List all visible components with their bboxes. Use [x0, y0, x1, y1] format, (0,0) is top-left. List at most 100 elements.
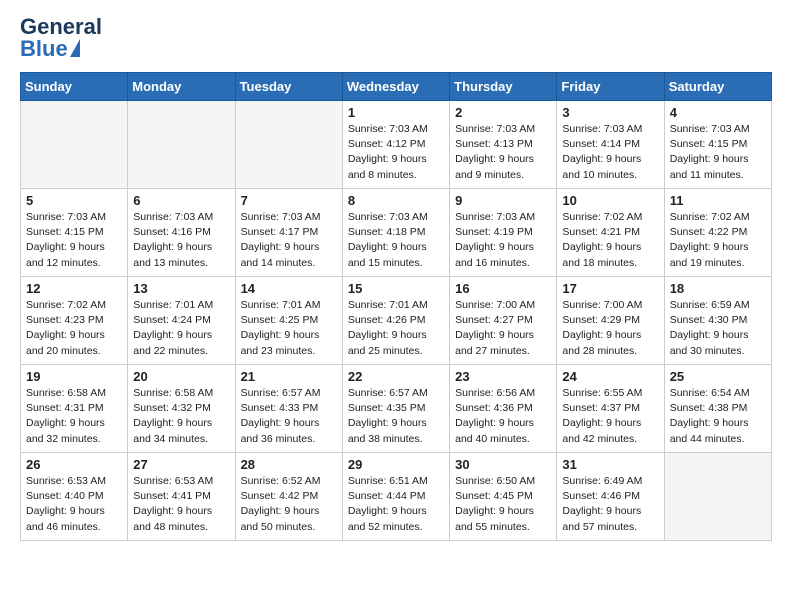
calendar-cell: 4 Sunrise: 7:03 AMSunset: 4:15 PMDaylight…: [664, 101, 771, 189]
day-number: 10: [562, 193, 658, 208]
day-number: 15: [348, 281, 444, 296]
day-info: Sunrise: 6:56 AMSunset: 4:36 PMDaylight:…: [455, 386, 551, 447]
calendar-cell: 1 Sunrise: 7:03 AMSunset: 4:12 PMDaylight…: [342, 101, 449, 189]
day-info: Sunrise: 6:53 AMSunset: 4:41 PMDaylight:…: [133, 474, 229, 535]
day-number: 5: [26, 193, 122, 208]
day-number: 13: [133, 281, 229, 296]
calendar-cell: 3 Sunrise: 7:03 AMSunset: 4:14 PMDaylight…: [557, 101, 664, 189]
day-number: 27: [133, 457, 229, 472]
day-info: Sunrise: 7:02 AMSunset: 4:21 PMDaylight:…: [562, 210, 658, 271]
calendar-cell: 31Sunrise: 6:49 AMSunset: 4:46 PMDayligh…: [557, 453, 664, 541]
day-info: Sunrise: 6:50 AMSunset: 4:45 PMDaylight:…: [455, 474, 551, 535]
calendar-cell: 8 Sunrise: 7:03 AMSunset: 4:18 PMDaylight…: [342, 189, 449, 277]
calendar-cell: 29Sunrise: 6:51 AMSunset: 4:44 PMDayligh…: [342, 453, 449, 541]
weekday-header-saturday: Saturday: [664, 73, 771, 101]
calendar-cell: 11Sunrise: 7:02 AMSunset: 4:22 PMDayligh…: [664, 189, 771, 277]
header: General Blue: [20, 16, 772, 60]
calendar-cell: 30 Sunrise: 6:50 AMSunset: 4:45 PMDayligh…: [450, 453, 557, 541]
calendar-table: SundayMondayTuesdayWednesdayThursdayFrid…: [20, 72, 772, 541]
day-number: 29: [348, 457, 444, 472]
day-info: Sunrise: 7:00 AMSunset: 4:27 PMDaylight:…: [455, 298, 551, 359]
calendar-cell: 21 Sunrise: 6:57 AMSunset: 4:33 PMDayligh…: [235, 365, 342, 453]
day-info: Sunrise: 7:03 AMSunset: 4:13 PMDaylight:…: [455, 122, 551, 183]
weekday-header-wednesday: Wednesday: [342, 73, 449, 101]
logo-blue: Blue: [20, 38, 68, 60]
day-info: Sunrise: 7:01 AMSunset: 4:26 PMDaylight:…: [348, 298, 444, 359]
day-number: 9: [455, 193, 551, 208]
calendar-cell: 14 Sunrise: 7:01 AMSunset: 4:25 PMDayligh…: [235, 277, 342, 365]
day-number: 24: [562, 369, 658, 384]
day-info: Sunrise: 6:52 AMSunset: 4:42 PMDaylight:…: [241, 474, 337, 535]
day-info: Sunrise: 6:57 AMSunset: 4:33 PMDaylight:…: [241, 386, 337, 447]
calendar-cell: 12 Sunrise: 7:02 AMSunset: 4:23 PMDayligh…: [21, 277, 128, 365]
logo-triangle-icon: [70, 39, 80, 57]
calendar-cell: [664, 453, 771, 541]
day-number: 8: [348, 193, 444, 208]
day-number: 6: [133, 193, 229, 208]
day-info: Sunrise: 7:03 AMSunset: 4:19 PMDaylight:…: [455, 210, 551, 271]
calendar-cell: 17Sunrise: 7:00 AMSunset: 4:29 PMDayligh…: [557, 277, 664, 365]
day-number: 26: [26, 457, 122, 472]
calendar-cell: 2Sunrise: 7:03 AMSunset: 4:13 PMDaylight…: [450, 101, 557, 189]
weekday-header-row: SundayMondayTuesdayWednesdayThursdayFrid…: [21, 73, 772, 101]
calendar-week-1: 1 Sunrise: 7:03 AMSunset: 4:12 PMDaylight…: [21, 101, 772, 189]
day-number: 30: [455, 457, 551, 472]
day-info: Sunrise: 6:53 AMSunset: 4:40 PMDaylight:…: [26, 474, 122, 535]
weekday-header-sunday: Sunday: [21, 73, 128, 101]
day-number: 20: [133, 369, 229, 384]
page: General Blue SundayMondayTuesdayWednesda…: [0, 0, 792, 612]
calendar-cell: 27 Sunrise: 6:53 AMSunset: 4:41 PMDayligh…: [128, 453, 235, 541]
calendar-week-2: 5 Sunrise: 7:03 AMSunset: 4:15 PMDaylight…: [21, 189, 772, 277]
logo: General Blue: [20, 16, 102, 60]
day-number: 1: [348, 105, 444, 120]
calendar-cell: 5 Sunrise: 7:03 AMSunset: 4:15 PMDaylight…: [21, 189, 128, 277]
day-info: Sunrise: 7:03 AMSunset: 4:18 PMDaylight:…: [348, 210, 444, 271]
weekday-header-tuesday: Tuesday: [235, 73, 342, 101]
calendar-cell: 9 Sunrise: 7:03 AMSunset: 4:19 PMDaylight…: [450, 189, 557, 277]
day-info: Sunrise: 7:03 AMSunset: 4:17 PMDaylight:…: [241, 210, 337, 271]
day-number: 28: [241, 457, 337, 472]
calendar-cell: 25Sunrise: 6:54 AMSunset: 4:38 PMDayligh…: [664, 365, 771, 453]
day-info: Sunrise: 7:02 AMSunset: 4:23 PMDaylight:…: [26, 298, 122, 359]
calendar-cell: [21, 101, 128, 189]
calendar-cell: 16Sunrise: 7:00 AMSunset: 4:27 PMDayligh…: [450, 277, 557, 365]
day-info: Sunrise: 6:57 AMSunset: 4:35 PMDaylight:…: [348, 386, 444, 447]
day-number: 19: [26, 369, 122, 384]
logo-text: General: [20, 16, 102, 38]
calendar-cell: 20Sunrise: 6:58 AMSunset: 4:32 PMDayligh…: [128, 365, 235, 453]
day-number: 14: [241, 281, 337, 296]
calendar-cell: 18Sunrise: 6:59 AMSunset: 4:30 PMDayligh…: [664, 277, 771, 365]
calendar-cell: 28 Sunrise: 6:52 AMSunset: 4:42 PMDayligh…: [235, 453, 342, 541]
calendar-cell: 10 Sunrise: 7:02 AMSunset: 4:21 PMDayligh…: [557, 189, 664, 277]
day-info: Sunrise: 7:03 AMSunset: 4:15 PMDaylight:…: [26, 210, 122, 271]
weekday-header-thursday: Thursday: [450, 73, 557, 101]
weekday-header-monday: Monday: [128, 73, 235, 101]
calendar-cell: 24Sunrise: 6:55 AMSunset: 4:37 PMDayligh…: [557, 365, 664, 453]
day-info: Sunrise: 7:00 AMSunset: 4:29 PMDaylight:…: [562, 298, 658, 359]
calendar-week-5: 26 Sunrise: 6:53 AMSunset: 4:40 PMDayligh…: [21, 453, 772, 541]
day-info: Sunrise: 7:01 AMSunset: 4:25 PMDaylight:…: [241, 298, 337, 359]
day-number: 7: [241, 193, 337, 208]
day-number: 12: [26, 281, 122, 296]
day-number: 21: [241, 369, 337, 384]
calendar-cell: 13 Sunrise: 7:01 AMSunset: 4:24 PMDayligh…: [128, 277, 235, 365]
day-info: Sunrise: 7:03 AMSunset: 4:14 PMDaylight:…: [562, 122, 658, 183]
day-info: Sunrise: 6:49 AMSunset: 4:46 PMDaylight:…: [562, 474, 658, 535]
day-number: 3: [562, 105, 658, 120]
weekday-header-friday: Friday: [557, 73, 664, 101]
day-info: Sunrise: 7:01 AMSunset: 4:24 PMDaylight:…: [133, 298, 229, 359]
calendar-cell: 23 Sunrise: 6:56 AMSunset: 4:36 PMDayligh…: [450, 365, 557, 453]
day-number: 4: [670, 105, 766, 120]
day-number: 23: [455, 369, 551, 384]
day-info: Sunrise: 7:03 AMSunset: 4:12 PMDaylight:…: [348, 122, 444, 183]
day-info: Sunrise: 7:03 AMSunset: 4:15 PMDaylight:…: [670, 122, 766, 183]
day-info: Sunrise: 6:54 AMSunset: 4:38 PMDaylight:…: [670, 386, 766, 447]
day-info: Sunrise: 7:02 AMSunset: 4:22 PMDaylight:…: [670, 210, 766, 271]
calendar-week-4: 19 Sunrise: 6:58 AMSunset: 4:31 PMDayligh…: [21, 365, 772, 453]
day-info: Sunrise: 6:58 AMSunset: 4:31 PMDaylight:…: [26, 386, 122, 447]
day-number: 22: [348, 369, 444, 384]
calendar-week-3: 12 Sunrise: 7:02 AMSunset: 4:23 PMDayligh…: [21, 277, 772, 365]
calendar-cell: 19 Sunrise: 6:58 AMSunset: 4:31 PMDayligh…: [21, 365, 128, 453]
day-info: Sunrise: 6:59 AMSunset: 4:30 PMDaylight:…: [670, 298, 766, 359]
calendar-cell: [235, 101, 342, 189]
